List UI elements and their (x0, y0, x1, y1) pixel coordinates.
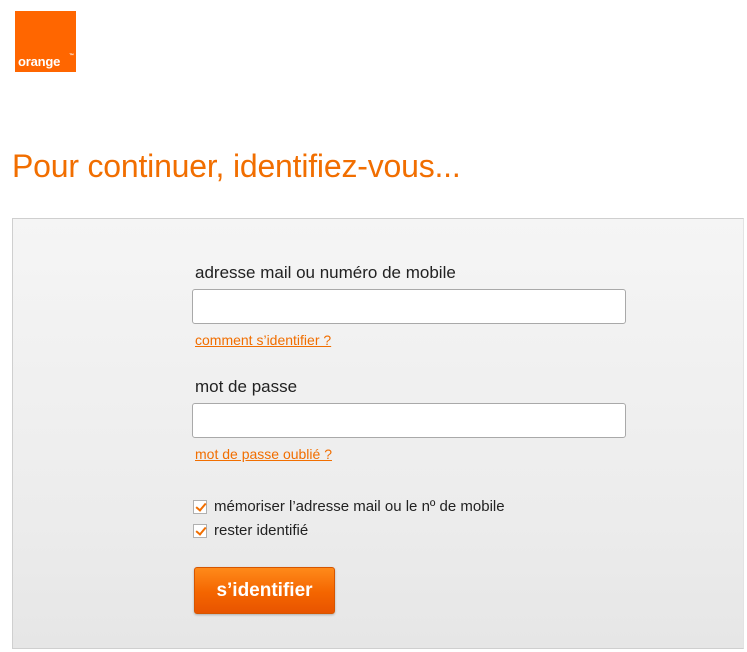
logo-trademark: ™ (69, 53, 74, 59)
stay-logged-in-label: rester identifié (214, 522, 309, 539)
login-field-label: adresse mail ou numéro de mobile (195, 263, 456, 282)
login-input[interactable] (192, 289, 626, 324)
stay-logged-in-checkbox[interactable] (193, 523, 207, 538)
orange-logo: orange ™ (15, 11, 76, 72)
how-to-identify-link[interactable]: comment s’identifier ? (195, 332, 331, 348)
remember-login-checkbox[interactable] (193, 499, 207, 514)
stay-logged-in-option[interactable]: rester identifié (193, 522, 308, 539)
logo-text: orange (18, 54, 61, 69)
forgot-password-link[interactable]: mot de passe oublié ? (195, 446, 332, 462)
remember-login-label: mémoriser l’adresse mail ou le nº de mob… (214, 498, 505, 515)
login-submit-button[interactable]: s’identifier (194, 567, 335, 614)
password-input[interactable] (192, 403, 626, 438)
password-field-label: mot de passe (195, 377, 298, 396)
remember-login-option[interactable]: mémoriser l’adresse mail ou le nº de mob… (193, 498, 505, 515)
page-title: Pour continuer, identifiez-vous... (12, 148, 461, 184)
